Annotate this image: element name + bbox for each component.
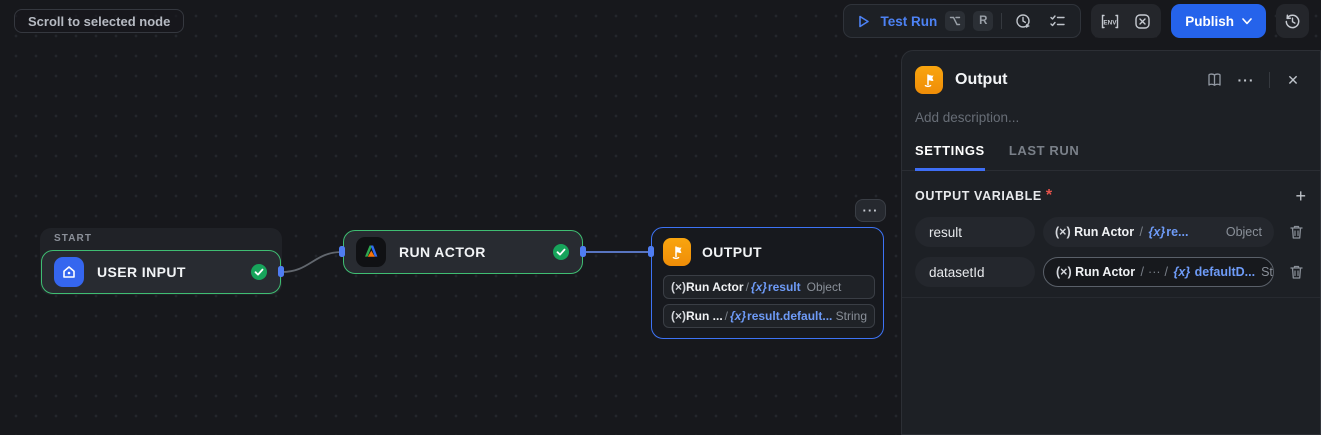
more-ellipsis-icon: ··· (1237, 72, 1255, 88)
output-flag-icon (915, 66, 943, 94)
output-flag-icon (663, 238, 691, 266)
variable-name-input[interactable] (915, 217, 1035, 247)
panel-title: Output (955, 71, 1008, 88)
variable-source: Run Actor (1075, 265, 1136, 279)
panel-tabs: SETTINGS LAST RUN (902, 125, 1320, 171)
path-separator: / (1140, 265, 1145, 279)
close-panel-button[interactable]: ✕ (1280, 67, 1306, 93)
path-separator: / (724, 309, 729, 323)
mapping-source: Run ... (686, 309, 723, 323)
section-title: OUTPUT VARIABLE (915, 189, 1042, 203)
function-icon: (×) (671, 309, 686, 323)
run-actor-input-port[interactable] (339, 246, 345, 257)
path-separator: / (745, 280, 749, 294)
variable-icon: {x} (730, 309, 747, 323)
run-actor-title: RUN ACTOR (399, 244, 486, 260)
output-title: OUTPUT (702, 244, 762, 260)
variable-row: (×) Run Actor / {x}re... Object (902, 217, 1320, 247)
close-icon: ✕ (1287, 71, 1299, 88)
variable-icon: {x} (750, 280, 767, 294)
publish-button[interactable]: Publish (1171, 4, 1266, 38)
mapping-type: Object (806, 280, 842, 294)
run-checklist-icon[interactable] (1044, 8, 1070, 34)
path-separator: / (1164, 265, 1169, 279)
run-actor-success-check-icon (552, 243, 570, 261)
output-variable-section-header: OUTPUT VARIABLE * + (902, 171, 1320, 217)
plus-icon: + (1295, 186, 1306, 206)
scheduled-run-icon[interactable] (1010, 8, 1036, 34)
output-mapping-chip[interactable]: (×) Run ... / {x} result.default... String (663, 304, 875, 328)
variable-value-chip[interactable]: (×) Run Actor /···/ {x} defaultD... Str..… (1043, 257, 1274, 287)
edge-userinput-runactor[interactable] (281, 251, 343, 273)
variable-source: Run Actor (1074, 225, 1135, 239)
mapping-path: result.default... (747, 309, 833, 323)
mapping-path: result (767, 280, 801, 294)
variable-type: Object (1225, 225, 1262, 239)
history-icon (1285, 13, 1300, 28)
variable-icon: {x} (1173, 265, 1191, 279)
env-variables-icon[interactable]: ENV (1097, 8, 1123, 34)
variable-path: defaultD... (1194, 265, 1256, 279)
add-variable-button[interactable]: + (1295, 187, 1306, 205)
test-run-group: Test Run R (843, 4, 1082, 38)
test-run-button[interactable]: Test Run (880, 14, 937, 29)
user-input-title: USER INPUT (97, 264, 186, 280)
version-history-button[interactable] (1276, 4, 1309, 38)
node-detail-panel: Output ··· ✕ SETTINGS LAST RUN OUTPUT VA… (901, 50, 1321, 435)
user-input-home-icon (54, 257, 84, 287)
function-icon: (×) (1056, 265, 1072, 279)
tab-last-run[interactable]: LAST RUN (1009, 143, 1080, 171)
trash-icon (1289, 265, 1303, 279)
delete-variable-button[interactable] (1286, 264, 1306, 280)
docs-book-icon[interactable] (1201, 67, 1227, 93)
run-actor-output-port[interactable] (580, 246, 586, 257)
flow-edges (281, 251, 650, 273)
function-icon: (×) (1055, 225, 1071, 239)
variable-type: Str... (1261, 265, 1273, 279)
panel-header: Output ··· ✕ (902, 51, 1320, 94)
scroll-to-selected-node-button[interactable]: Scroll to selected node (14, 9, 185, 33)
run-actor-apify-icon (356, 237, 386, 267)
node-user-input[interactable]: USER INPUT (41, 250, 281, 294)
variable-path: re... (1166, 225, 1189, 239)
path-separator: / (1139, 225, 1144, 239)
function-icon: (×) (671, 280, 686, 294)
chevron-down-icon (1242, 17, 1252, 24)
mapping-source: Run Actor (686, 280, 744, 294)
panel-section-divider (902, 297, 1320, 298)
panel-more-button[interactable]: ··· (1233, 67, 1259, 93)
scroll-to-selected-node-label: Scroll to selected node (28, 13, 171, 29)
user-input-output-port[interactable] (278, 266, 284, 277)
panel-header-divider (1269, 72, 1270, 88)
play-icon[interactable] (854, 8, 872, 34)
top-toolbar: Test Run R ENV Publish (843, 4, 1309, 38)
output-input-port[interactable] (648, 246, 654, 257)
output-mapping-chip[interactable]: (×) Run Actor / {x} result Object (663, 275, 875, 299)
variables-x-icon[interactable] (1129, 8, 1155, 34)
description-input[interactable] (915, 110, 1295, 125)
option-key-badge (945, 11, 966, 31)
user-input-success-check-icon (250, 263, 268, 281)
env-tools-group: ENV (1091, 4, 1162, 38)
trash-icon (1289, 225, 1303, 239)
tab-settings[interactable]: SETTINGS (915, 143, 985, 171)
variable-row: (×) Run Actor /···/ {x} defaultD... Str..… (902, 257, 1320, 287)
start-group-label: START (54, 233, 93, 244)
node-run-actor[interactable]: RUN ACTOR (343, 230, 583, 274)
more-ellipsis-icon: ··· (862, 203, 879, 218)
variable-value-chip[interactable]: (×) Run Actor / {x} re... Object (1043, 217, 1274, 247)
toolbar-divider (1001, 13, 1003, 29)
delete-variable-button[interactable] (1286, 224, 1306, 240)
publish-label: Publish (1185, 13, 1234, 29)
output-node-more-button[interactable]: ··· (855, 199, 886, 222)
variable-name-input[interactable] (915, 257, 1035, 287)
svg-text:ENV: ENV (1104, 19, 1118, 26)
r-key-badge: R (973, 11, 994, 31)
path-ellipsis: ··· (1148, 265, 1161, 279)
variable-icon: {x} (1148, 225, 1166, 239)
mapping-type: String (835, 309, 867, 323)
node-output[interactable]: OUTPUT (×) Run Actor / {x} result Object (×) R… (651, 227, 884, 339)
required-marker: * (1045, 187, 1053, 204)
